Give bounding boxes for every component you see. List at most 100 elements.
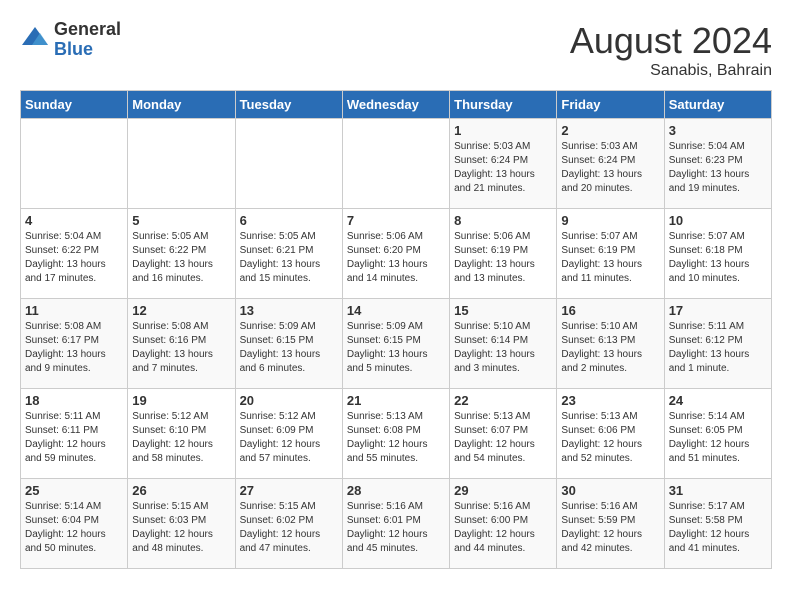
day-number: 28 — [347, 483, 445, 498]
calendar-cell: 28 Sunrise: 5:16 AM Sunset: 6:01 PM Dayli… — [342, 479, 449, 569]
day-info: Sunrise: 5:05 AM Sunset: 6:21 PM Dayligh… — [240, 230, 338, 286]
day-info: Sunrise: 5:16 AM Sunset: 6:01 PM Dayligh… — [347, 500, 445, 556]
day-info: Sunrise: 5:17 AM Sunset: 5:58 PM Dayligh… — [669, 500, 767, 556]
day-number: 25 — [25, 483, 123, 498]
day-number: 17 — [669, 303, 767, 318]
calendar-cell — [235, 119, 342, 209]
calendar-cell: 12 Sunrise: 5:08 AM Sunset: 6:16 PM Dayli… — [128, 299, 235, 389]
day-info: Sunrise: 5:15 AM Sunset: 6:03 PM Dayligh… — [132, 500, 230, 556]
weekday-header-saturday: Saturday — [664, 91, 771, 119]
day-number: 13 — [240, 303, 338, 318]
calendar-week-row: 18Sunrise: 5:11 AM Sunset: 6:11 PM Dayli… — [21, 389, 772, 479]
day-info: Sunrise: 5:08 AM Sunset: 6:17 PM Dayligh… — [25, 320, 123, 376]
calendar-cell — [342, 119, 449, 209]
calendar-cell: 3 Sunrise: 5:04 AM Sunset: 6:23 PM Daylig… — [664, 119, 771, 209]
calendar-cell: 19 Sunrise: 5:12 AM Sunset: 6:10 PM Dayli… — [128, 389, 235, 479]
day-info: Sunrise: 5:12 AM Sunset: 6:10 PM Dayligh… — [132, 410, 230, 466]
calendar-week-row: 25 Sunrise: 5:14 AM Sunset: 6:04 PM Dayli… — [21, 479, 772, 569]
month-year-title: August 2024 — [570, 20, 772, 62]
calendar-cell: 23Sunrise: 5:13 AM Sunset: 6:06 PM Dayli… — [557, 389, 664, 479]
day-info: Sunrise: 5:03 AM Sunset: 6:24 PM Dayligh… — [561, 140, 659, 196]
day-number: 29 — [454, 483, 552, 498]
day-number: 27 — [240, 483, 338, 498]
day-number: 7 — [347, 213, 445, 228]
calendar-cell: 1 Sunrise: 5:03 AM Sunset: 6:24 PM Daylig… — [450, 119, 557, 209]
day-number: 11 — [25, 303, 123, 318]
day-info: Sunrise: 5:09 AM Sunset: 6:15 PM Dayligh… — [240, 320, 338, 376]
calendar-week-row: 1 Sunrise: 5:03 AM Sunset: 6:24 PM Daylig… — [21, 119, 772, 209]
calendar-cell: 8Sunrise: 5:06 AM Sunset: 6:19 PM Daylig… — [450, 209, 557, 299]
day-info: Sunrise: 5:07 AM Sunset: 6:18 PM Dayligh… — [669, 230, 767, 286]
calendar-cell: 4 Sunrise: 5:04 AM Sunset: 6:22 PM Daylig… — [21, 209, 128, 299]
day-number: 3 — [669, 123, 767, 138]
day-info: Sunrise: 5:05 AM Sunset: 6:22 PM Dayligh… — [132, 230, 230, 286]
day-info: Sunrise: 5:13 AM Sunset: 6:06 PM Dayligh… — [561, 410, 659, 466]
calendar-cell: 14 Sunrise: 5:09 AM Sunset: 6:15 PM Dayli… — [342, 299, 449, 389]
calendar-week-row: 4 Sunrise: 5:04 AM Sunset: 6:22 PM Daylig… — [21, 209, 772, 299]
day-info: Sunrise: 5:13 AM Sunset: 6:07 PM Dayligh… — [454, 410, 552, 466]
day-info: Sunrise: 5:16 AM Sunset: 6:00 PM Dayligh… — [454, 500, 552, 556]
day-number: 12 — [132, 303, 230, 318]
calendar-cell: 26 Sunrise: 5:15 AM Sunset: 6:03 PM Dayli… — [128, 479, 235, 569]
day-info: Sunrise: 5:09 AM Sunset: 6:15 PM Dayligh… — [347, 320, 445, 376]
day-info: Sunrise: 5:06 AM Sunset: 6:19 PM Dayligh… — [454, 230, 552, 286]
calendar-cell: 9 Sunrise: 5:07 AM Sunset: 6:19 PM Daylig… — [557, 209, 664, 299]
calendar-cell: 21Sunrise: 5:13 AM Sunset: 6:08 PM Dayli… — [342, 389, 449, 479]
day-number: 14 — [347, 303, 445, 318]
day-info: Sunrise: 5:03 AM Sunset: 6:24 PM Dayligh… — [454, 140, 552, 196]
calendar-cell: 7Sunrise: 5:06 AM Sunset: 6:20 PM Daylig… — [342, 209, 449, 299]
calendar-cell — [21, 119, 128, 209]
calendar-cell: 30 Sunrise: 5:16 AM Sunset: 5:59 PM Dayli… — [557, 479, 664, 569]
calendar-cell: 29 Sunrise: 5:16 AM Sunset: 6:00 PM Dayli… — [450, 479, 557, 569]
weekday-header-wednesday: Wednesday — [342, 91, 449, 119]
logo-icon — [20, 25, 50, 55]
day-number: 10 — [669, 213, 767, 228]
day-info: Sunrise: 5:04 AM Sunset: 6:22 PM Dayligh… — [25, 230, 123, 286]
day-number: 30 — [561, 483, 659, 498]
day-number: 18 — [25, 393, 123, 408]
calendar-cell: 2 Sunrise: 5:03 AM Sunset: 6:24 PM Daylig… — [557, 119, 664, 209]
weekday-header-tuesday: Tuesday — [235, 91, 342, 119]
calendar-cell: 10 Sunrise: 5:07 AM Sunset: 6:18 PM Dayli… — [664, 209, 771, 299]
day-info: Sunrise: 5:12 AM Sunset: 6:09 PM Dayligh… — [240, 410, 338, 466]
weekday-header-thursday: Thursday — [450, 91, 557, 119]
day-info: Sunrise: 5:07 AM Sunset: 6:19 PM Dayligh… — [561, 230, 659, 286]
day-number: 9 — [561, 213, 659, 228]
title-block: August 2024 Sanabis, Bahrain — [570, 20, 772, 80]
calendar-cell: 16Sunrise: 5:10 AM Sunset: 6:13 PM Dayli… — [557, 299, 664, 389]
logo-text: General Blue — [54, 20, 121, 60]
weekday-header-monday: Monday — [128, 91, 235, 119]
calendar-table: SundayMondayTuesdayWednesdayThursdayFrid… — [20, 90, 772, 569]
day-number: 2 — [561, 123, 659, 138]
calendar-cell: 18Sunrise: 5:11 AM Sunset: 6:11 PM Dayli… — [21, 389, 128, 479]
day-number: 20 — [240, 393, 338, 408]
calendar-cell: 15 Sunrise: 5:10 AM Sunset: 6:14 PM Dayli… — [450, 299, 557, 389]
calendar-cell: 20 Sunrise: 5:12 AM Sunset: 6:09 PM Dayli… — [235, 389, 342, 479]
day-info: Sunrise: 5:08 AM Sunset: 6:16 PM Dayligh… — [132, 320, 230, 376]
day-number: 21 — [347, 393, 445, 408]
day-number: 5 — [132, 213, 230, 228]
logo-general: General — [54, 20, 121, 40]
day-info: Sunrise: 5:16 AM Sunset: 5:59 PM Dayligh… — [561, 500, 659, 556]
day-number: 4 — [25, 213, 123, 228]
day-number: 22 — [454, 393, 552, 408]
calendar-cell: 13 Sunrise: 5:09 AM Sunset: 6:15 PM Dayli… — [235, 299, 342, 389]
day-info: Sunrise: 5:15 AM Sunset: 6:02 PM Dayligh… — [240, 500, 338, 556]
day-info: Sunrise: 5:14 AM Sunset: 6:04 PM Dayligh… — [25, 500, 123, 556]
calendar-cell: 25 Sunrise: 5:14 AM Sunset: 6:04 PM Dayli… — [21, 479, 128, 569]
calendar-cell — [128, 119, 235, 209]
calendar-cell: 31Sunrise: 5:17 AM Sunset: 5:58 PM Dayli… — [664, 479, 771, 569]
calendar-cell: 27 Sunrise: 5:15 AM Sunset: 6:02 PM Dayli… — [235, 479, 342, 569]
day-number: 19 — [132, 393, 230, 408]
calendar-cell: 24Sunrise: 5:14 AM Sunset: 6:05 PM Dayli… — [664, 389, 771, 479]
page-header: General Blue August 2024 Sanabis, Bahrai… — [20, 20, 772, 80]
day-number: 6 — [240, 213, 338, 228]
day-info: Sunrise: 5:04 AM Sunset: 6:23 PM Dayligh… — [669, 140, 767, 196]
day-number: 15 — [454, 303, 552, 318]
calendar-cell: 5 Sunrise: 5:05 AM Sunset: 6:22 PM Daylig… — [128, 209, 235, 299]
calendar-cell: 6 Sunrise: 5:05 AM Sunset: 6:21 PM Daylig… — [235, 209, 342, 299]
day-number: 26 — [132, 483, 230, 498]
day-number: 1 — [454, 123, 552, 138]
day-info: Sunrise: 5:10 AM Sunset: 6:14 PM Dayligh… — [454, 320, 552, 376]
calendar-week-row: 11 Sunrise: 5:08 AM Sunset: 6:17 PM Dayli… — [21, 299, 772, 389]
